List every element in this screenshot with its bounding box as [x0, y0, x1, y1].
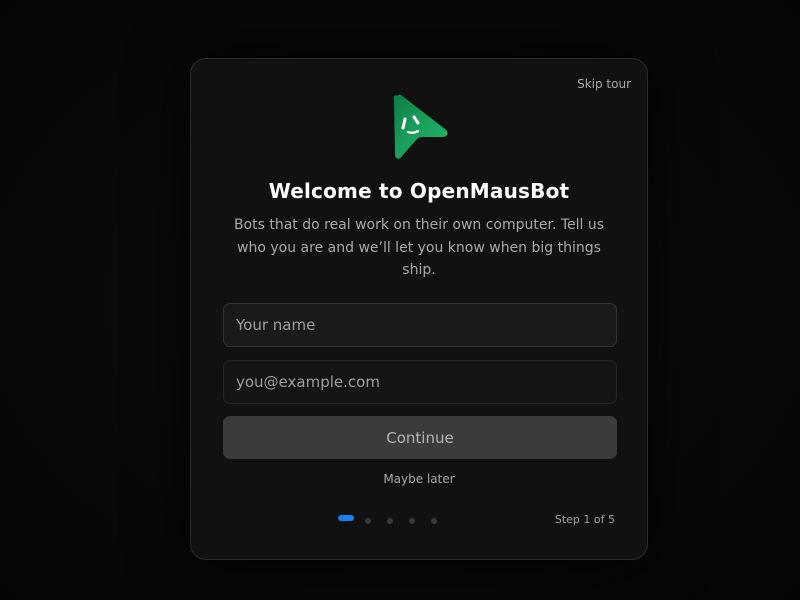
cursor-smile-logo-icon: [393, 94, 448, 159]
skip-tour-link[interactable]: Skip tour: [577, 77, 631, 91]
continue-button[interactable]: Continue: [223, 416, 617, 459]
step-dot-1[interactable]: [338, 515, 354, 521]
onboarding-dialog: Skip tour Welcome to OpenMausBot Bots th…: [190, 58, 648, 560]
step-dot-4[interactable]: [409, 518, 415, 524]
step-counter: Step 1 of 5: [554, 513, 615, 526]
step-dot-3[interactable]: [387, 518, 393, 524]
dialog-subtitle: Bots that do real work on their own comp…: [233, 217, 605, 278]
step-dot-2[interactable]: [365, 518, 371, 524]
name-input[interactable]: [223, 303, 617, 347]
maybe-later-link[interactable]: Maybe later: [191, 472, 647, 486]
step-dot-5[interactable]: [431, 518, 437, 524]
email-input[interactable]: [223, 360, 617, 404]
dialog-title: Welcome to OpenMausBot: [268, 179, 570, 203]
